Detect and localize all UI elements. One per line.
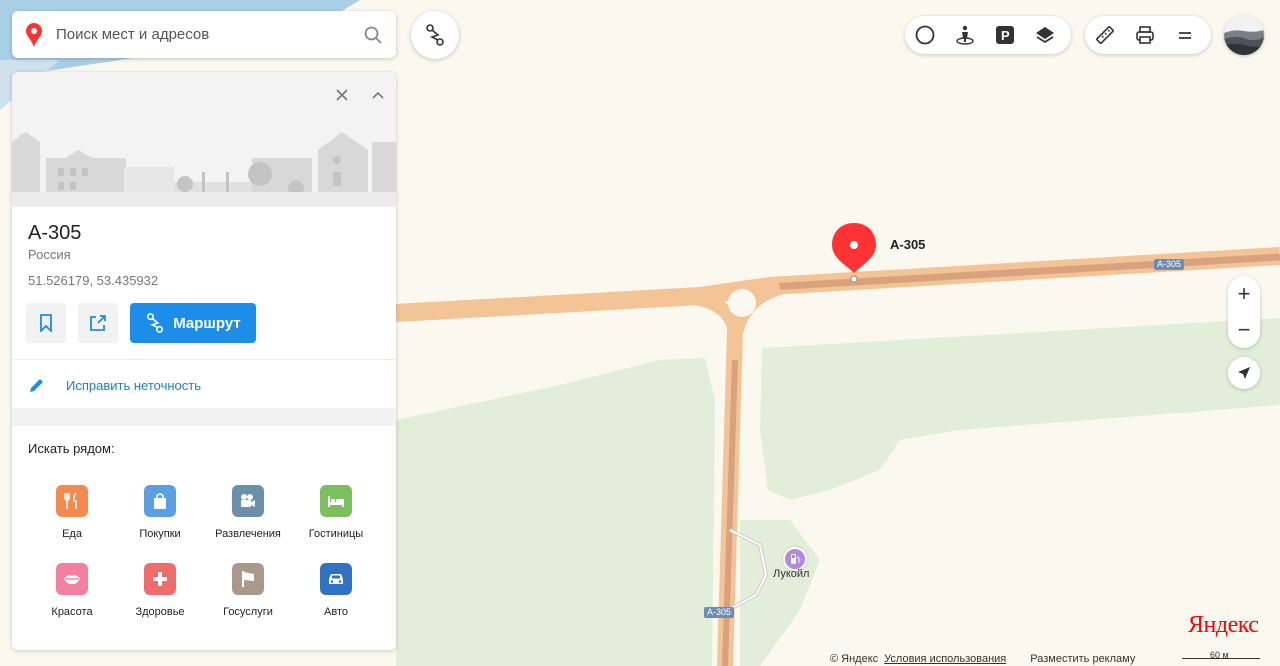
section-gap xyxy=(12,408,396,426)
traffic-icon[interactable] xyxy=(905,16,945,54)
panorama-person-icon[interactable] xyxy=(945,16,985,54)
bookmark-button[interactable] xyxy=(26,303,66,343)
category-label: Здоровье xyxy=(135,606,185,618)
geolocation-icon[interactable] xyxy=(1228,357,1260,389)
search-icon[interactable] xyxy=(350,11,396,58)
poi-label[interactable]: Лукойл xyxy=(773,568,809,580)
collapse-chevron-icon[interactable] xyxy=(361,78,395,112)
category-label: Еда xyxy=(62,528,82,540)
ruler-icon[interactable] xyxy=(1085,16,1125,54)
road-shield: А-305 xyxy=(704,607,735,618)
layer-toolbar: P xyxy=(905,16,1071,54)
category-label: Госуслуги xyxy=(223,606,273,618)
category-government[interactable]: Госуслуги xyxy=(204,563,292,618)
medical-cross-icon xyxy=(144,563,176,595)
print-icon[interactable] xyxy=(1125,16,1165,54)
search-input[interactable]: Поиск мест и адресов xyxy=(56,26,350,43)
route-button-label: Маршрут xyxy=(173,314,241,332)
category-beauty[interactable]: Красота xyxy=(28,563,116,618)
category-health[interactable]: Здоровье xyxy=(116,563,204,618)
category-label: Покупки xyxy=(139,528,181,540)
category-label: Авто xyxy=(324,606,348,618)
category-food[interactable]: Еда xyxy=(28,485,116,540)
layers-icon[interactable] xyxy=(1025,16,1065,54)
route-icon xyxy=(426,24,444,46)
svg-text:P: P xyxy=(1001,28,1010,43)
menu-icon[interactable] xyxy=(1165,16,1205,54)
copyright-text: © Яндекс xyxy=(830,652,879,665)
location-marker[interactable] xyxy=(830,221,878,283)
category-label: Красота xyxy=(51,606,93,618)
zoom-out-button[interactable]: − xyxy=(1228,312,1260,348)
category-shopping[interactable]: Покупки xyxy=(116,485,204,540)
map-footer: © Яндекс Условия использования Разместит… xyxy=(830,651,1136,666)
fix-inaccuracy-label: Исправить неточность xyxy=(66,377,201,393)
fix-inaccuracy-link[interactable]: Исправить неточность xyxy=(28,373,201,397)
marker-label: А-305 xyxy=(890,237,926,252)
user-avatar[interactable] xyxy=(1224,15,1264,55)
car-icon xyxy=(320,563,352,595)
terms-link[interactable]: Условия использования xyxy=(884,653,1006,665)
bookmark-icon xyxy=(40,314,52,332)
bed-icon xyxy=(320,485,352,517)
road-shield: А-305 xyxy=(1154,259,1185,270)
scale-bar: 60 м xyxy=(1180,648,1262,662)
place-coordinates[interactable]: 51.526179, 53.435932 xyxy=(28,273,158,288)
place-card: А-305 Россия 51.526179, 53.435932 Маршру… xyxy=(12,72,396,650)
category-label: Развлечения xyxy=(215,528,281,540)
tools-toolbar xyxy=(1085,16,1211,54)
yandex-logo[interactable]: Яндекс xyxy=(1188,612,1259,639)
place-country: Россия xyxy=(28,247,71,262)
shopping-bag-icon xyxy=(144,485,176,517)
search-box[interactable]: Поиск мест и адресов xyxy=(12,11,396,58)
close-icon[interactable] xyxy=(325,78,359,112)
yandex-pin-icon xyxy=(12,11,56,58)
zoom-control: + − xyxy=(1228,276,1260,348)
category-hotels[interactable]: Гостиницы xyxy=(292,485,380,540)
ads-link[interactable]: Разместить рекламу xyxy=(1030,653,1135,665)
route-fab-button[interactable] xyxy=(411,11,459,59)
scale-line xyxy=(1182,658,1260,659)
route-icon xyxy=(147,313,164,333)
category-auto[interactable]: Авто xyxy=(292,563,380,618)
share-button[interactable] xyxy=(78,303,118,343)
parking-icon[interactable]: P xyxy=(985,16,1025,54)
category-label: Гостиницы xyxy=(308,528,364,540)
route-button[interactable]: Маршрут xyxy=(130,303,256,343)
flag-icon xyxy=(232,563,264,595)
camera-icon xyxy=(232,485,264,517)
share-icon xyxy=(90,315,106,331)
pencil-icon xyxy=(30,379,43,392)
category-entertainment[interactable]: Развлечения xyxy=(204,485,292,540)
place-title: А-305 xyxy=(28,222,82,244)
zoom-in-button[interactable]: + xyxy=(1228,276,1260,312)
lips-icon xyxy=(56,563,88,595)
nearby-title: Искать рядом: xyxy=(28,441,115,456)
place-illustration xyxy=(12,72,396,207)
divider xyxy=(12,359,396,360)
fork-knife-icon xyxy=(56,485,88,517)
